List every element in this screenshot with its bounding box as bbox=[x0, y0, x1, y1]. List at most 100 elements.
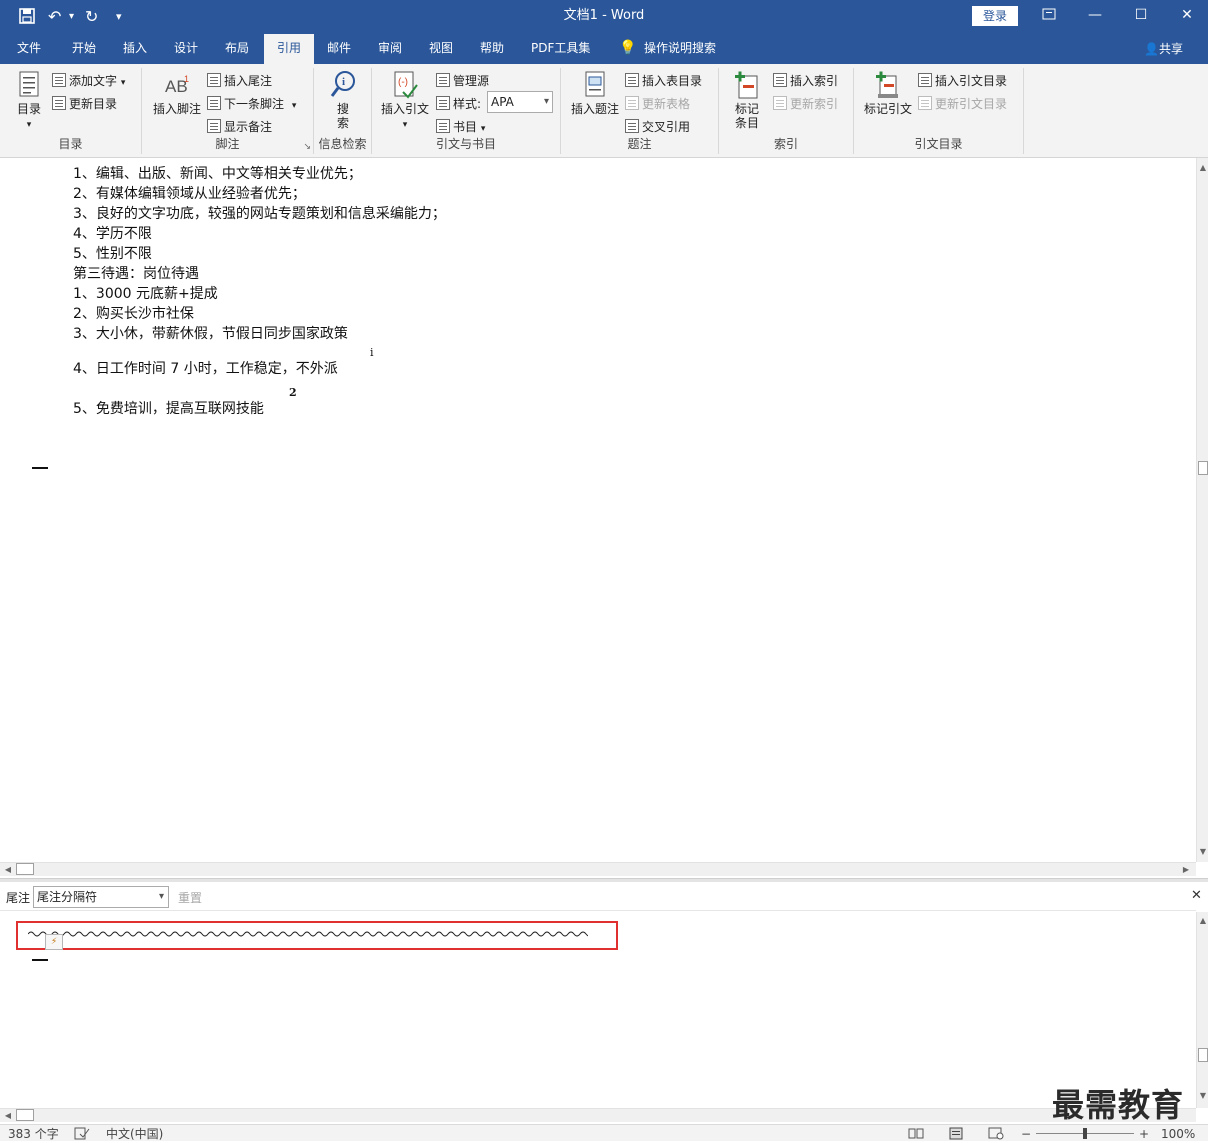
zoom-slider-thumb[interactable] bbox=[1083, 1128, 1087, 1139]
insert-endnote-button[interactable]: 插入尾注 bbox=[207, 72, 272, 90]
scroll-right-icon[interactable]: ▶ bbox=[1180, 864, 1192, 876]
group-label-footnotes: 脚注 bbox=[215, 137, 240, 151]
group-label-citations: 引文与书目 bbox=[435, 137, 496, 151]
chevron-down-icon: ▾ bbox=[402, 120, 408, 130]
tell-me-search[interactable]: 操作说明搜索 bbox=[642, 34, 718, 64]
paste-options-icon[interactable]: ⚡ bbox=[45, 934, 63, 950]
doc-line: 2、购买长沙市社保 bbox=[73, 306, 194, 322]
update-toc-button[interactable]: 更新目录 bbox=[52, 95, 117, 113]
insert-index-button[interactable]: 插入索引 bbox=[773, 72, 838, 90]
zoom-in-icon[interactable]: + bbox=[1139, 1127, 1149, 1141]
save-icon[interactable] bbox=[18, 7, 36, 30]
customize-quick-access-icon[interactable]: ▾ bbox=[116, 7, 122, 27]
mark-entry-button[interactable]: 标记条目 bbox=[729, 70, 765, 130]
signin-button[interactable]: 登录 bbox=[972, 6, 1018, 26]
table-of-figures-icon bbox=[625, 73, 639, 87]
scroll-down-icon[interactable]: ▼ bbox=[1197, 1090, 1208, 1102]
doc-line: 5、性别不限 bbox=[73, 246, 152, 262]
add-text-button[interactable]: 添加文字 ▾ bbox=[52, 72, 125, 92]
doc-line: 3、良好的文字功底，较强的网站专题策划和信息采编能力； bbox=[73, 206, 446, 222]
redo-icon[interactable]: ↻ bbox=[85, 7, 98, 27]
ribbon-display-options-icon[interactable] bbox=[1026, 0, 1072, 30]
share-button[interactable]: 👤共享 bbox=[1144, 40, 1183, 57]
insert-caption-icon bbox=[585, 71, 605, 97]
endnote-separator-line[interactable] bbox=[28, 929, 588, 939]
close-icon[interactable]: ✕ bbox=[1164, 0, 1208, 30]
endnote-reference-mark[interactable]: i bbox=[370, 346, 374, 359]
doc-line: 1、编辑、出版、新闻、中文等相关专业优先； bbox=[73, 166, 362, 182]
chevron-down-icon: ▾ bbox=[480, 124, 486, 134]
scroll-thumb[interactable] bbox=[1198, 461, 1208, 475]
divider bbox=[0, 910, 1196, 911]
insert-citation-button[interactable]: (-) 插入引文 ▾ bbox=[380, 70, 430, 132]
tab-review[interactable]: 审阅 bbox=[376, 34, 404, 64]
dialog-launcher-icon[interactable]: ↘ bbox=[303, 142, 311, 152]
group-label-authorities: 引文目录 bbox=[914, 137, 963, 151]
scroll-left-icon[interactable]: ◀ bbox=[2, 864, 14, 876]
tab-mailings[interactable]: 邮件 bbox=[325, 34, 353, 64]
tab-file[interactable]: 文件 bbox=[15, 34, 43, 64]
update-table-icon bbox=[625, 96, 639, 110]
group-toc: 目录 ▾ 添加文字 ▾ 更新目录 目录 bbox=[0, 68, 142, 154]
tab-layout[interactable]: 布局 bbox=[223, 34, 251, 64]
insert-toa-icon bbox=[918, 73, 932, 87]
tab-home[interactable]: 开始 bbox=[70, 34, 98, 64]
add-text-icon bbox=[52, 73, 66, 87]
tab-insert[interactable]: 插入 bbox=[121, 34, 149, 64]
undo-icon[interactable]: ↶ bbox=[48, 7, 61, 27]
word-count[interactable]: 383 个字 bbox=[8, 1127, 59, 1141]
group-authorities: 标记引文 插入引文目录 更新引文目录 引文目录 bbox=[854, 68, 1024, 154]
notes-pane: 尾注 尾注分隔符 重置 ✕ ⚡ ▲ ▼ ◀ bbox=[0, 882, 1208, 1124]
notes-pane-toolbar: 尾注 尾注分隔符 重置 ✕ bbox=[0, 882, 1208, 910]
tab-help[interactable]: 帮助 bbox=[478, 34, 506, 64]
search-button[interactable]: i 搜索 bbox=[328, 70, 358, 130]
scroll-up-icon[interactable]: ▲ bbox=[1197, 915, 1208, 927]
insert-toa-button[interactable]: 插入引文目录 bbox=[918, 72, 1007, 90]
next-footnote-icon bbox=[207, 96, 221, 110]
notes-vertical-scrollbar[interactable]: ▲ ▼ bbox=[1196, 912, 1208, 1108]
cross-reference-icon bbox=[625, 119, 639, 133]
svg-text:i: i bbox=[342, 76, 345, 88]
document-area[interactable]: 1、编辑、出版、新闻、中文等相关专业优先； 2、有媒体编辑领域从业经验者优先； … bbox=[0, 158, 1196, 862]
insert-table-of-figures-button[interactable]: 插入表目录 bbox=[625, 72, 702, 90]
scroll-thumb[interactable] bbox=[1198, 1048, 1208, 1062]
citation-style-select[interactable]: APA bbox=[487, 91, 553, 113]
document-horizontal-scrollbar[interactable]: ◀ ▶ bbox=[0, 862, 1196, 876]
svg-text:(-): (-) bbox=[398, 77, 408, 88]
scroll-left-icon[interactable]: ◀ bbox=[2, 1110, 14, 1122]
insert-citation-icon: (-) bbox=[394, 71, 418, 99]
language-status[interactable]: 中文(中国) bbox=[106, 1127, 163, 1141]
manage-sources-icon bbox=[436, 73, 450, 87]
group-label-toc: 目录 bbox=[58, 137, 83, 151]
next-footnote-button[interactable]: 下一条脚注 ▾ bbox=[207, 95, 296, 115]
toc-button[interactable]: 目录 ▾ bbox=[12, 70, 46, 132]
tab-view[interactable]: 视图 bbox=[427, 34, 455, 64]
tab-design[interactable]: 设计 bbox=[172, 34, 200, 64]
doc-line: 4、日工作时间 7 小时，工作稳定，不外派 bbox=[73, 361, 338, 377]
show-notes-button[interactable]: 显示备注 bbox=[207, 118, 272, 136]
minimize-icon[interactable]: — bbox=[1072, 0, 1118, 30]
mark-citation-button[interactable]: 标记引文 bbox=[862, 70, 914, 116]
close-icon[interactable]: ✕ bbox=[1191, 888, 1202, 903]
group-label-index: 索引 bbox=[773, 137, 798, 151]
notes-type-select[interactable]: 尾注分隔符 bbox=[33, 886, 169, 908]
tab-references[interactable]: 引用 bbox=[264, 34, 314, 64]
horizontal-scroll-thumb[interactable] bbox=[16, 863, 34, 875]
undo-dropdown-icon[interactable]: ▾ bbox=[69, 7, 74, 27]
horizontal-scroll-thumb[interactable] bbox=[16, 1109, 34, 1121]
footnote-reference-mark[interactable]: 2 bbox=[289, 386, 297, 399]
zoom-level[interactable]: 100% bbox=[1161, 1127, 1195, 1141]
insert-caption-button[interactable]: 插入题注 bbox=[569, 70, 621, 116]
scroll-down-icon[interactable]: ▼ bbox=[1197, 846, 1208, 858]
update-table-button: 更新表格 bbox=[625, 95, 690, 113]
scroll-up-icon[interactable]: ▲ bbox=[1197, 162, 1208, 174]
manage-sources-button[interactable]: 管理源 bbox=[436, 72, 489, 90]
document-vertical-scrollbar[interactable]: ▲ ▼ bbox=[1196, 158, 1208, 862]
insert-footnote-button[interactable]: AB 1 插入脚注 bbox=[150, 70, 204, 116]
zoom-out-icon[interactable]: − bbox=[1021, 1127, 1031, 1141]
tab-pdf-tools[interactable]: PDF工具集 bbox=[529, 34, 592, 64]
notes-horizontal-scrollbar[interactable]: ◀ bbox=[0, 1108, 1196, 1122]
doc-line: 3、大小休，带薪休假，节假日同步国家政策 bbox=[73, 326, 348, 342]
cross-reference-button[interactable]: 交叉引用 bbox=[625, 118, 690, 136]
maximize-icon[interactable]: ☐ bbox=[1118, 0, 1164, 30]
